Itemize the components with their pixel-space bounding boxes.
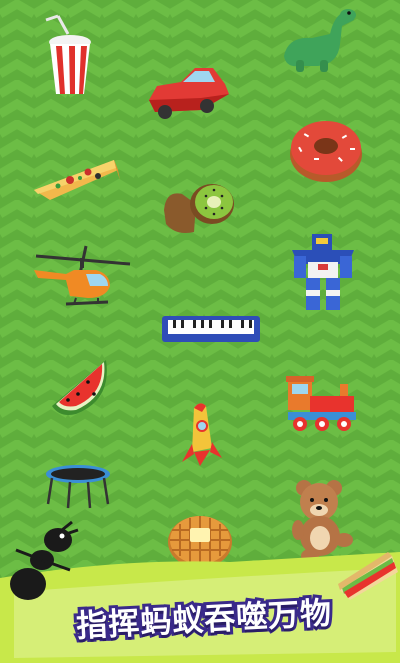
kiwi-fruit-icon <box>164 184 234 233</box>
dinosaur-icon <box>284 9 356 72</box>
robot-toy-icon <box>292 234 354 310</box>
ant-icon <box>10 520 79 600</box>
donut-icon <box>290 121 362 182</box>
helicopter-icon <box>34 245 131 306</box>
soda-cup-icon <box>45 14 91 94</box>
toy-car-icon <box>149 68 229 119</box>
watermelon-slice-icon <box>52 360 107 415</box>
pizza-slice-icon <box>34 160 120 200</box>
toy-train-icon <box>286 376 356 431</box>
trampoline-icon <box>46 465 110 509</box>
keyboard-piano-icon <box>162 316 260 342</box>
game-screen: 指挥蚂蚁吞噬万物 <box>0 0 400 663</box>
rocket-icon <box>182 403 222 466</box>
